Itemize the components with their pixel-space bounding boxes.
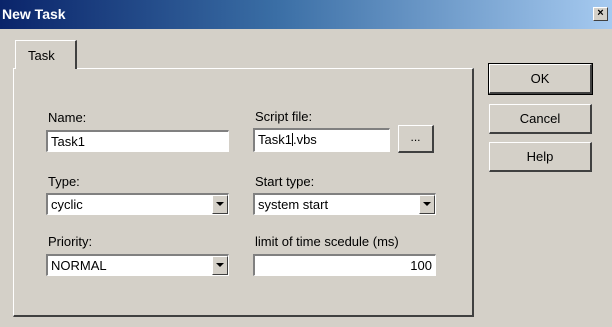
tab-task-label: Task xyxy=(28,48,55,63)
tab-panel xyxy=(13,68,474,317)
help-button[interactable]: Help xyxy=(489,142,592,172)
close-icon: × xyxy=(597,7,604,19)
ok-button[interactable]: OK xyxy=(488,63,593,95)
cancel-button[interactable]: Cancel xyxy=(489,104,592,134)
title-bar: New Task × xyxy=(0,0,612,29)
close-button[interactable]: × xyxy=(593,7,608,21)
tab-task[interactable]: Task xyxy=(15,40,77,69)
window-title: New Task xyxy=(2,6,66,22)
